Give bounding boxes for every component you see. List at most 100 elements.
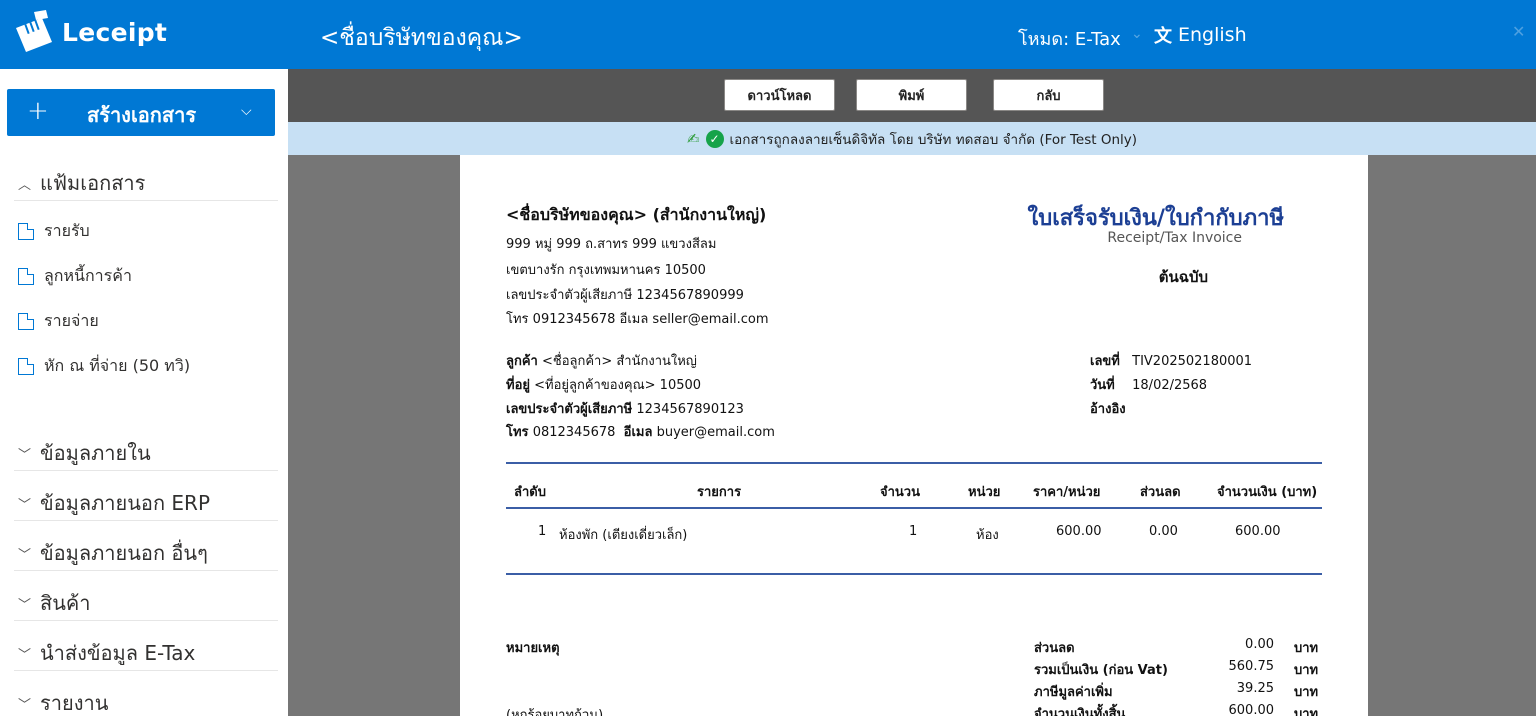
nav-group-label: ข้อมูลภายนอก ERP — [40, 491, 210, 515]
buyer-customer: ลูกค้า <ชื่อลูกค้า> สำนักงานใหญ่ — [506, 354, 697, 369]
sidebar: + สร้างเอกสาร ⌵ ︿ แฟ้มเอกสาร รายรับ ลูกห… — [0, 69, 288, 716]
sidebar-item-label: รายจ่าย — [44, 311, 99, 330]
nav-group-label: นำส่งข้อมูล E-Tax — [40, 641, 196, 665]
divider — [14, 670, 278, 671]
check-circle-icon: ✓ — [705, 129, 724, 148]
table-cell-amount: 600.00 — [1235, 524, 1281, 539]
table-cell-discount: 0.00 — [1149, 524, 1178, 539]
divider — [14, 620, 278, 621]
table-cell-no: 1 — [538, 524, 547, 539]
nav-group-label: แฟ้มเอกสาร — [40, 171, 146, 195]
document-preview: <ชื่อบริษัทของคุณ> (สำนักงานใหญ่) 999 หม… — [460, 155, 1368, 716]
summary-discount-value: 0.00 — [1245, 637, 1274, 652]
create-document-label: สร้างเอกสาร — [87, 103, 197, 127]
chevron-down-icon: ﹀ — [18, 697, 32, 713]
table-cell-item: ห้องพัก (เตียงเดี่ยวเล็ก) — [559, 528, 688, 543]
document-icon — [18, 223, 34, 240]
seller-contact: โทร 0912345678 อีเมล seller@email.com — [506, 312, 769, 327]
close-icon[interactable]: ✕ — [1512, 22, 1525, 41]
print-button[interactable]: พิมพ์ — [856, 79, 967, 111]
chevron-down-icon: ﹀ — [18, 497, 32, 513]
chevron-up-icon: ︿ — [18, 177, 32, 193]
sidebar-item-expenses[interactable]: รายจ่าย — [18, 309, 99, 334]
table-bottom-border — [506, 573, 1322, 575]
nav-group-label: ข้อมูลภายนอก อื่นๆ — [40, 541, 208, 565]
back-button[interactable]: กลับ — [993, 79, 1104, 111]
table-header-unit-price: ราคา/หน่วย — [1033, 485, 1101, 500]
document-icon — [18, 313, 34, 330]
document-toolbar: ดาวน์โหลด พิมพ์ กลับ — [288, 69, 1536, 122]
leceipt-logo-icon — [16, 10, 52, 52]
seller-name: <ชื่อบริษัทของคุณ> (สำนักงานใหญ่) — [506, 205, 767, 224]
seller-address-1: 999 หมู่ 999 ถ.สาทร 999 แขวงสีลม — [506, 237, 717, 252]
mode-selector[interactable]: โหมด: E-Tax — [1018, 24, 1121, 53]
summary-discount-label: ส่วนลด — [1034, 641, 1075, 656]
amount-in-words: (หกร้อยบาทถ้วน) — [506, 708, 604, 716]
translate-icon: 文 — [1154, 26, 1172, 47]
seller-address-2: เขตบางรัก กรุงเทพมหานคร 10500 — [506, 263, 706, 278]
create-document-button[interactable]: + สร้างเอกสาร ⌵ — [7, 89, 275, 136]
summary-subtotal-label: รวมเป็นเงิน (ก่อน Vat) — [1034, 663, 1168, 678]
table-top-border — [506, 462, 1322, 464]
signature-notice-bar: ✍ ✓ เอกสารถูกลงลายเซ็นดิจิทัล โดย บริษัท… — [288, 122, 1536, 155]
table-header-amount: จำนวนเงิน (บาท) — [1217, 485, 1318, 500]
nav-group-etax-submit[interactable]: ﹀ นำส่งข้อมูล E-Tax — [18, 637, 195, 669]
download-button[interactable]: ดาวน์โหลด — [724, 79, 835, 111]
summary-unit: บาท — [1294, 685, 1319, 700]
buyer-contact: โทร 0812345678 อีเมล buyer@email.com — [506, 425, 775, 440]
brand-name: Leceipt — [62, 18, 168, 47]
sidebar-item-label: หัก ณ ที่จ่าย (50 ทวิ) — [44, 356, 191, 375]
seller-tax-id: เลขประจำตัวผู้เสียภาษี 1234567890999 — [506, 288, 744, 303]
table-header-no: ลำดับ — [514, 485, 546, 500]
signature-notice-text: เอกสารถูกลงลายเซ็นดิจิทัล โดย บริษัท ทดส… — [729, 131, 1138, 148]
company-title: <ชื่อบริษัทของคุณ> — [320, 25, 523, 51]
language-label: English — [1178, 24, 1247, 46]
sidebar-item-income[interactable]: รายรับ — [18, 219, 90, 244]
divider — [14, 200, 278, 201]
nav-group-documents[interactable]: ︿ แฟ้มเอกสาร — [18, 167, 145, 199]
divider — [14, 470, 278, 471]
top-bar: Leceipt <ชื่อบริษัทของคุณ> โหมด: E-Tax ⌄… — [0, 0, 1536, 69]
plus-icon: + — [27, 96, 49, 126]
document-icon — [18, 358, 34, 375]
document-subtitle: Receipt/Tax Invoice — [1107, 230, 1242, 246]
table-cell-unit-price: 600.00 — [1056, 524, 1102, 539]
table-cell-qty: 1 — [909, 524, 918, 539]
nav-group-label: ข้อมูลภายใน — [40, 441, 151, 465]
chevron-down-icon: ﹀ — [18, 597, 32, 613]
document-reference: อ้างอิง — [1090, 402, 1126, 417]
chevron-down-icon: ⌄ — [1131, 26, 1143, 42]
nav-group-external-erp[interactable]: ﹀ ข้อมูลภายนอก ERP — [18, 487, 210, 519]
summary-vat-label: ภาษีมูลค่าเพิ่ม — [1034, 685, 1113, 700]
nav-group-products[interactable]: ﹀ สินค้า — [18, 587, 91, 619]
document-copy-type: ต้นฉบับ — [1158, 268, 1208, 286]
signature-pen-icon: ✍ — [686, 129, 700, 148]
table-header-discount: ส่วนลด — [1140, 485, 1181, 500]
divider — [14, 570, 278, 571]
chevron-down-icon: ⌵ — [241, 103, 252, 119]
chevron-down-icon: ﹀ — [18, 647, 32, 663]
remarks-label: หมายเหตุ — [506, 641, 560, 656]
nav-group-internal-data[interactable]: ﹀ ข้อมูลภายใน — [18, 437, 151, 469]
nav-group-reports[interactable]: ﹀ รายงาน — [18, 687, 108, 716]
table-header-border — [506, 507, 1322, 509]
document-number: เลขที่ TIV202502180001 — [1090, 354, 1253, 369]
table-header-qty: จำนวน — [880, 485, 920, 500]
sidebar-item-receivables[interactable]: ลูกหนี้การค้า — [18, 264, 132, 289]
table-header-item: รายการ — [697, 485, 742, 500]
sidebar-item-withholding-tax[interactable]: หัก ณ ที่จ่าย (50 ทวิ) — [18, 354, 190, 379]
document-date: วันที่ 18/02/2568 — [1090, 378, 1208, 393]
summary-unit: บาท — [1294, 707, 1319, 716]
document-icon — [18, 268, 34, 285]
summary-vat-value: 39.25 — [1236, 681, 1274, 696]
summary-unit: บาท — [1294, 663, 1319, 678]
table-cell-unit: ห้อง — [976, 528, 999, 543]
summary-total-value: 600.00 — [1228, 703, 1275, 716]
buyer-address: ที่อยู่ <ที่อยู่ลูกค้าของคุณ> 10500 — [506, 378, 702, 393]
language-selector[interactable]: 文 English — [1154, 22, 1247, 48]
summary-unit: บาท — [1294, 641, 1319, 656]
chevron-down-icon: ﹀ — [18, 447, 32, 463]
summary-total-label: จำนวนเงินทั้งสิ้น — [1034, 707, 1126, 716]
nav-group-external-other[interactable]: ﹀ ข้อมูลภายนอก อื่นๆ — [18, 537, 208, 569]
divider — [14, 520, 278, 521]
